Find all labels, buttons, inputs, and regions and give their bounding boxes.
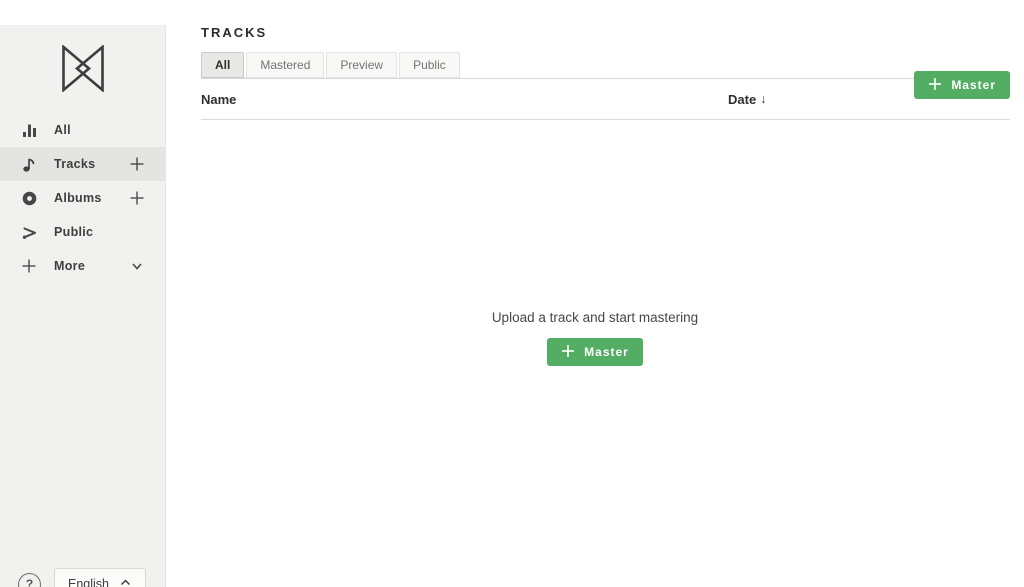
column-header-name[interactable]: Name: [201, 92, 236, 107]
sidebar-item-label: Tracks: [54, 157, 95, 171]
tracks-table-header: Name Date ↓: [201, 79, 1010, 120]
bowtie-logo-icon: [62, 45, 104, 97]
plus-icon: [561, 344, 575, 361]
page-title: TRACKS: [201, 25, 1010, 40]
plus-icon: [20, 257, 38, 275]
sort-descending-icon: ↓: [760, 92, 766, 106]
column-header-date-label: Date: [728, 92, 756, 107]
sidebar-item-all[interactable]: All: [0, 113, 165, 147]
column-header-date[interactable]: Date ↓: [728, 79, 766, 119]
sidebar-item-label: Albums: [54, 191, 102, 205]
language-selected-label: English: [68, 577, 109, 587]
master-button-empty-state[interactable]: Master: [547, 338, 643, 366]
tab-all[interactable]: All: [201, 52, 244, 78]
master-button-label: Master: [584, 345, 629, 359]
chevron-up-icon: [119, 576, 132, 587]
tab-mastered[interactable]: Mastered: [246, 52, 324, 78]
empty-state: Upload a track and start mastering Maste…: [166, 310, 1024, 366]
empty-state-message: Upload a track and start mastering: [166, 310, 1024, 325]
bar-chart-icon: [20, 121, 38, 139]
app-logo[interactable]: [0, 25, 165, 113]
help-button[interactable]: ?: [18, 573, 41, 587]
language-selector[interactable]: English: [54, 568, 146, 587]
sidebar-item-label: All: [54, 123, 71, 137]
vinyl-record-icon: [20, 189, 38, 207]
share-icon: [20, 223, 38, 241]
sidebar-item-label: More: [54, 259, 85, 273]
tracks-filter-tabbar: All Mastered Preview Public: [201, 52, 1010, 79]
music-note-icon: [20, 155, 38, 173]
tab-preview[interactable]: Preview: [326, 52, 397, 78]
sidebar-item-public[interactable]: Public: [0, 215, 165, 249]
tab-public[interactable]: Public: [399, 52, 460, 78]
sidebar-item-more[interactable]: More: [0, 249, 165, 283]
sidebar-item-tracks[interactable]: Tracks: [0, 147, 165, 181]
main-content: TRACKS All Mastered Preview Public Maste…: [166, 25, 1024, 366]
add-track-button[interactable]: [129, 156, 145, 172]
question-mark-icon: ?: [26, 577, 33, 587]
chevron-down-icon[interactable]: [129, 258, 145, 274]
sidebar-item-albums[interactable]: Albums: [0, 181, 165, 215]
sidebar-item-label: Public: [54, 225, 93, 239]
add-album-button[interactable]: [129, 190, 145, 206]
sidebar: All Tracks: [0, 25, 166, 587]
